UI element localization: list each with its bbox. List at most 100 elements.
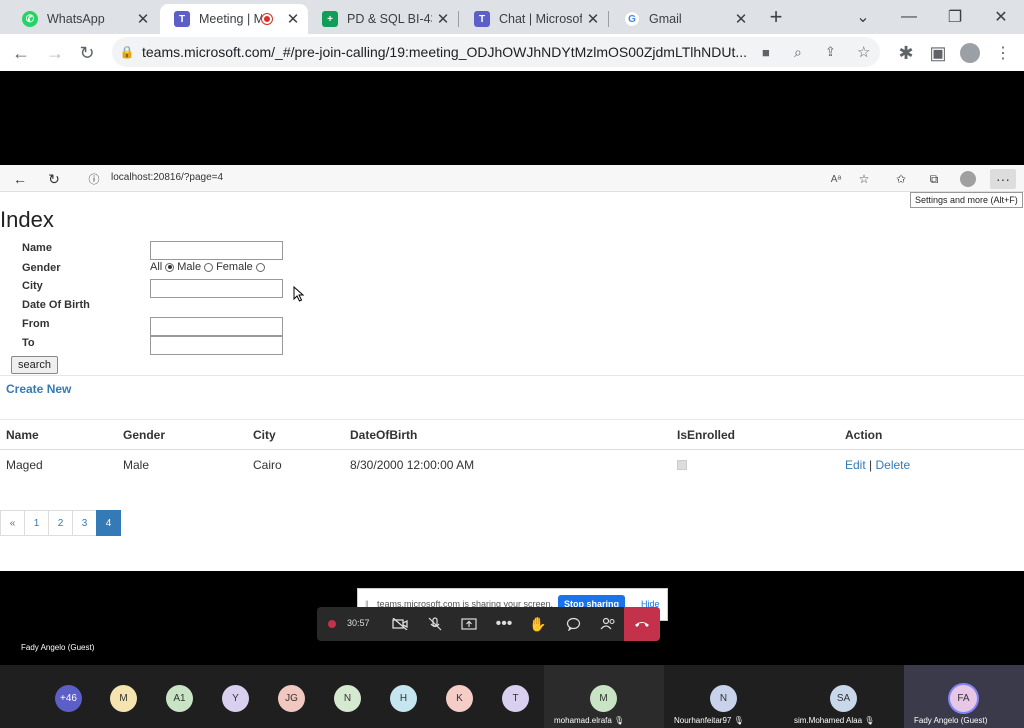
pager-page-4-current[interactable]: 4 xyxy=(96,510,121,536)
delete-link[interactable]: Delete xyxy=(876,458,911,472)
cell-city: Cairo xyxy=(253,458,282,472)
to-date-input[interactable] xyxy=(150,336,283,355)
pager-page-1[interactable]: 1 xyxy=(24,510,49,536)
mouse-cursor-icon xyxy=(293,286,305,302)
camera-off-icon[interactable] xyxy=(390,614,410,634)
column-header-name: Name xyxy=(6,428,39,442)
participant-avatar[interactable]: T xyxy=(502,685,529,712)
overflow-participants-avatar[interactable]: +46 xyxy=(55,685,82,712)
search-button[interactable]: search xyxy=(11,356,59,374)
participant-avatar[interactable]: A1 xyxy=(166,685,193,712)
enrolled-checkbox xyxy=(677,460,687,470)
close-tab-icon[interactable]: ✕ xyxy=(582,10,604,28)
share-tray-icon[interactable] xyxy=(459,614,479,634)
edge-refresh-icon[interactable]: ↻ xyxy=(44,169,64,189)
participant-avatar: M xyxy=(590,685,617,712)
recording-dot-icon xyxy=(328,620,336,628)
participant-tile[interactable]: N Nourhanfeitar97 🎙 xyxy=(664,665,784,728)
forward-arrow-icon[interactable]: → xyxy=(42,40,68,66)
create-new-link[interactable]: Create New xyxy=(6,382,71,396)
raise-hand-icon[interactable]: ✋ xyxy=(528,614,548,634)
tab-whatsapp[interactable]: ✆ WhatsApp ✕ xyxy=(8,4,158,34)
pager-prev[interactable]: « xyxy=(0,510,25,536)
edge-back-icon[interactable]: ← xyxy=(10,169,30,189)
name-input[interactable] xyxy=(150,241,283,260)
participants-icon[interactable] xyxy=(598,614,618,634)
from-date-input[interactable] xyxy=(150,317,283,336)
edit-link[interactable]: Edit xyxy=(845,458,866,472)
reload-icon[interactable]: ↻ xyxy=(74,40,100,66)
info-icon[interactable]: ⓘ xyxy=(84,169,104,189)
participant-tile[interactable]: M mohamad.elrafa 🎙 xyxy=(544,665,664,728)
settings-more-icon[interactable]: ··· xyxy=(990,169,1016,189)
share-page-icon[interactable]: ⇪ xyxy=(825,44,836,60)
name-label: Name xyxy=(22,242,52,254)
participant-avatar[interactable]: K xyxy=(446,685,473,712)
tab-gmail[interactable]: G Gmail ✕ xyxy=(610,4,756,34)
city-label: City xyxy=(22,280,43,292)
minimize-icon[interactable]: — xyxy=(886,5,932,29)
muted-mic-icon: 🎙 xyxy=(733,716,744,725)
gender-female-radio[interactable] xyxy=(255,262,265,272)
new-tab-icon[interactable]: + xyxy=(754,4,798,29)
dob-label: Date Of Birth xyxy=(22,299,90,311)
bookmark-star-icon[interactable]: ☆ xyxy=(857,43,870,61)
column-header-action: Action xyxy=(845,428,883,442)
restore-icon[interactable]: ❐ xyxy=(932,5,978,29)
tab-chat[interactable]: T Chat | Microsoft ✕ xyxy=(460,4,608,34)
page-title: Index xyxy=(0,207,54,232)
close-window-icon[interactable]: ✕ xyxy=(978,5,1024,29)
more-actions-icon[interactable]: ••• xyxy=(494,614,514,634)
close-tab-icon[interactable]: ✕ xyxy=(432,10,454,28)
camera-blocked-icon[interactable]: ■ xyxy=(762,45,770,60)
back-arrow-icon[interactable]: ← xyxy=(8,40,34,66)
column-header-gender: Gender xyxy=(123,428,166,442)
meeting-control-bar: 30:57 ••• ✋ xyxy=(317,607,660,641)
phone-hangup-icon xyxy=(635,622,649,627)
muted-mic-icon: 🎙 xyxy=(864,716,875,725)
participant-avatar[interactable]: JG xyxy=(278,685,305,712)
gender-all-radio[interactable] xyxy=(165,262,175,272)
participant-avatar[interactable]: N xyxy=(334,685,361,712)
chat-icon[interactable] xyxy=(563,614,583,634)
close-tab-icon[interactable]: ✕ xyxy=(730,10,752,28)
leave-call-button[interactable] xyxy=(624,607,660,641)
close-tab-icon[interactable]: ✕ xyxy=(132,10,154,28)
participant-avatar[interactable]: M xyxy=(110,685,137,712)
tab-spreadsheet[interactable]: + PD & SQL BI-43 ✕ xyxy=(308,4,458,34)
city-input[interactable] xyxy=(150,279,283,298)
cell-gender: Male xyxy=(123,458,150,472)
pager-page-2[interactable]: 2 xyxy=(48,510,73,536)
gender-male-radio[interactable] xyxy=(204,262,214,272)
participant-avatar[interactable]: H xyxy=(390,685,417,712)
tab-search-chevron-icon[interactable]: ⌄ xyxy=(840,5,886,29)
participant-avatar[interactable]: Y xyxy=(222,685,249,712)
cell-name: Maged xyxy=(6,458,43,472)
favorites-icon[interactable]: ✩ xyxy=(891,169,911,189)
close-tab-icon[interactable]: ✕ xyxy=(282,10,304,28)
participant-tile-self[interactable]: FA Fady Angelo (Guest) xyxy=(904,665,1024,728)
cell-dob: 8/30/2000 12:00:00 AM xyxy=(350,458,475,472)
pager-page-3[interactable]: 3 xyxy=(72,510,97,536)
tab-title: Meeting | M xyxy=(199,12,262,26)
address-bar[interactable]: 🔒 teams.microsoft.com/_#/pre-join-callin… xyxy=(112,37,880,67)
divider xyxy=(0,375,1024,376)
read-aloud-icon[interactable]: Aᵃ xyxy=(826,169,846,189)
microphone-off-icon[interactable] xyxy=(425,614,445,634)
tab-title: Chat | Microsoft xyxy=(499,12,582,26)
tab-meeting[interactable]: T Meeting | M ✕ xyxy=(160,4,308,34)
profile-avatar-icon[interactable] xyxy=(957,40,983,66)
tab-title: WhatsApp xyxy=(47,12,105,26)
lock-icon: 🔒 xyxy=(119,45,135,59)
edge-toolbar: ← ↻ ⓘ localhost:20816/?page=4 Aᵃ ☆ ✩ ⧉ ·… xyxy=(0,165,1024,192)
side-panel-icon[interactable]: ▣ xyxy=(925,40,951,66)
collections-icon[interactable]: ⧉ xyxy=(924,169,944,189)
participant-tile[interactable]: SA sim.Mohamed Alaa 🎙 xyxy=(784,665,904,728)
add-favorite-icon[interactable]: ☆ xyxy=(854,169,874,189)
edge-url[interactable]: localhost:20816/?page=4 xyxy=(111,172,223,183)
presenter-name: Fady Angelo (Guest) xyxy=(21,643,95,652)
extensions-puzzle-icon[interactable]: ✱ xyxy=(893,40,919,66)
edge-profile-icon[interactable] xyxy=(958,169,978,189)
chrome-menu-icon[interactable]: ⋮ xyxy=(990,40,1016,66)
zoom-icon[interactable]: ⌕ xyxy=(794,44,802,61)
